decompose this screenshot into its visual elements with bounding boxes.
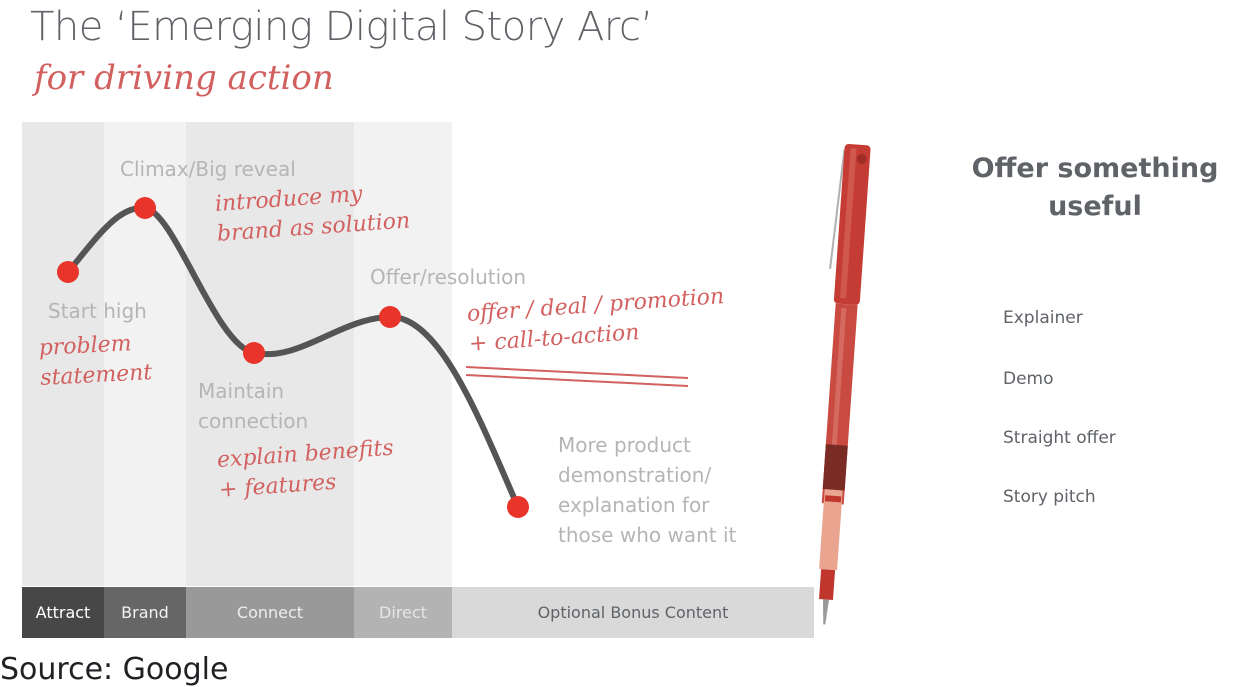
stage-bar-direct: Direct (354, 587, 452, 638)
slide-title: The ‘Emerging Digital Story Arc’ (30, 4, 653, 50)
stage-bar-brand: Brand (104, 587, 186, 638)
stage-label: Direct (379, 603, 427, 622)
point-bonus (507, 496, 529, 518)
sidebar-item-story-pitch: Story pitch (1003, 487, 1096, 507)
label-climax: Climax/Big reveal (120, 157, 296, 181)
note-offer: offer / deal / promotion + call-to-actio… (466, 284, 725, 357)
sidebar-item-explainer: Explainer (1003, 308, 1083, 328)
label-offer: Offer/resolution (370, 265, 527, 289)
sidebar-title: Offer something useful (971, 153, 1219, 222)
note-start-high: problem statement (38, 331, 153, 391)
sidebar-item-straight-offer: Straight offer (1003, 428, 1116, 448)
label-bonus: More product demonstration/ explanation … (558, 433, 737, 547)
label-start-high: Start high (48, 299, 147, 323)
stage-label: Brand (121, 603, 169, 622)
slide-subtitle: for driving action (34, 58, 334, 98)
stage-label: Connect (236, 603, 304, 622)
note-maintain: explain benefits + features (216, 435, 395, 503)
underline-2 (465, 374, 689, 387)
stage-label: Optional Bonus Content (537, 603, 729, 622)
stage-bar-connect: Connect (186, 587, 354, 638)
sidebar-item-demo: Demo (1003, 369, 1054, 389)
stage-label: Attract (35, 603, 91, 622)
stage-bar-attract: Attract (22, 587, 104, 638)
red-pen-icon (819, 144, 871, 625)
label-maintain: Maintain connection (198, 379, 309, 433)
source-caption: Source: Google (0, 652, 229, 687)
underline-1 (465, 366, 689, 379)
stage-bar-bonus: Optional Bonus Content (452, 587, 814, 638)
